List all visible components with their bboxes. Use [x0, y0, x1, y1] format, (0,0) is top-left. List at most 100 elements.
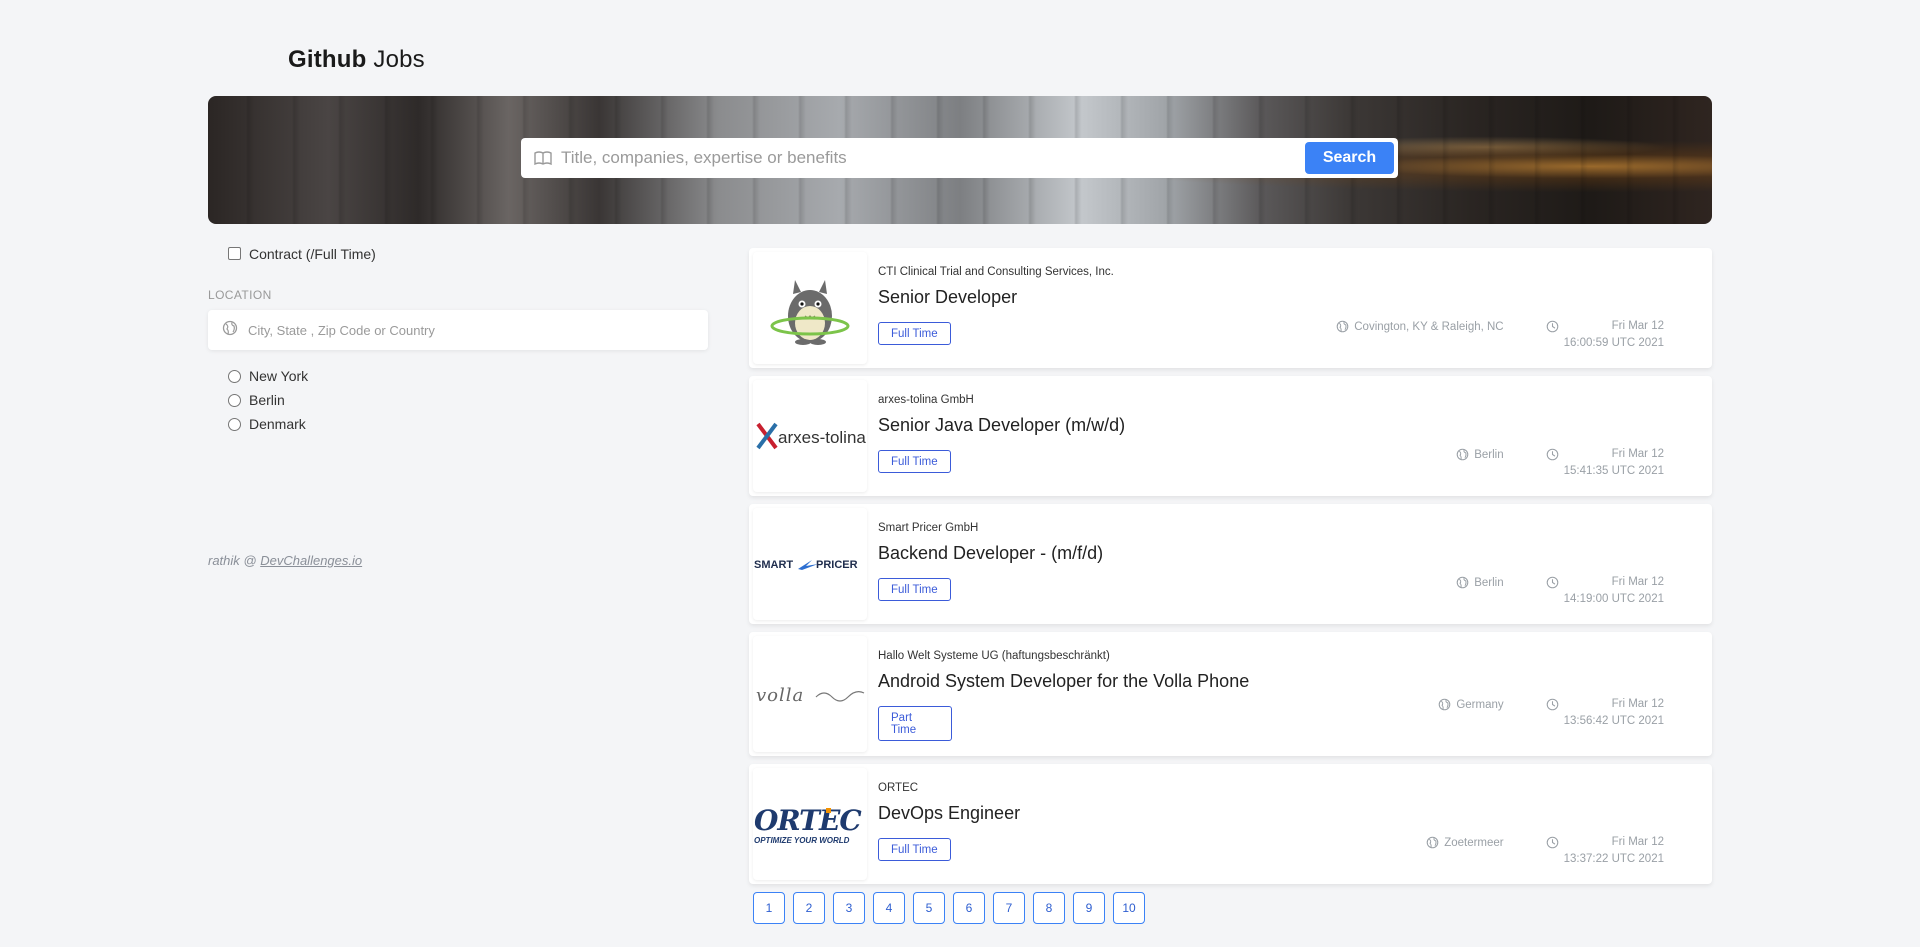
- clock-icon: [1546, 320, 1558, 333]
- job-posted: Fri Mar 12 13:56:42 UTC 2021: [1546, 698, 1664, 730]
- job-card[interactable]: CTI Clinical Trial and Consulting Servic…: [749, 248, 1712, 368]
- totoro-logo-icon: [770, 280, 850, 345]
- arxes-tolina-logo-icon: arxes-tolina: [756, 422, 866, 450]
- job-meta: Berlin Fri Mar 12 14:19:00 UTC 2021: [1456, 576, 1664, 608]
- clock-icon: [1546, 698, 1558, 711]
- radio-button[interactable]: [228, 369, 241, 383]
- job-date: Fri Mar 12: [1611, 836, 1664, 848]
- contract-filter[interactable]: Contract (/Full Time): [228, 246, 708, 262]
- job-card[interactable]: SMART PRICER Smart Pricer GmbH Backend D…: [749, 504, 1712, 624]
- location-option-label: New York: [249, 368, 309, 384]
- clock-icon: [1546, 836, 1558, 849]
- clock-icon: [1546, 576, 1558, 589]
- location-option-new-york[interactable]: New York: [228, 364, 708, 388]
- page-6-button[interactable]: 6: [953, 892, 985, 924]
- job-posted: Fri Mar 12 16:00:59 UTC 2021: [1546, 320, 1664, 352]
- job-type-line1: Part: [891, 712, 913, 724]
- volla-logo-text: volla: [756, 685, 804, 706]
- page-8-button[interactable]: 8: [1033, 892, 1065, 924]
- pagination: 1 2 3 4 5 6 7 8 9 10: [753, 892, 1153, 924]
- pricer-logo-text: PRICER: [816, 559, 858, 571]
- job-date: Fri Mar 12: [1611, 320, 1664, 332]
- company-logo: ORTEC OPTIMIZE YOUR WORLD: [753, 768, 867, 880]
- company-name: Hallo Welt Systeme UG (haftungsbeschränk…: [878, 650, 1110, 662]
- company-name: CTI Clinical Trial and Consulting Servic…: [878, 266, 1114, 278]
- page-7-button[interactable]: 7: [993, 892, 1025, 924]
- company-logo: [753, 252, 867, 364]
- job-date: Fri Mar 12: [1611, 576, 1664, 588]
- smart-pricer-logo-icon: SMART PRICER: [754, 559, 858, 571]
- job-card[interactable]: volla Hallo Welt Systeme UG (haftungsbes…: [749, 632, 1712, 756]
- company-logo: arxes-tolina: [753, 380, 867, 492]
- company-logo: volla: [753, 636, 867, 752]
- page-2-button[interactable]: 2: [793, 892, 825, 924]
- page-5-button[interactable]: 5: [913, 892, 945, 924]
- brand-title: Github Jobs: [288, 46, 425, 74]
- job-title[interactable]: DevOps Engineer: [878, 803, 1712, 824]
- location-option-label: Berlin: [249, 392, 285, 408]
- location-option-denmark[interactable]: Denmark: [228, 412, 708, 436]
- globe-icon: [1426, 836, 1439, 849]
- globe-icon: [1456, 576, 1469, 589]
- job-location-text: Berlin: [1474, 448, 1504, 461]
- job-title[interactable]: Backend Developer - (m/f/d): [878, 543, 1712, 564]
- location-input[interactable]: [248, 322, 668, 338]
- location-heading: LOCATION: [208, 288, 272, 302]
- location-option-label: Denmark: [249, 416, 306, 432]
- job-card[interactable]: ORTEC OPTIMIZE YOUR WORLD ORTEC DevOps E…: [749, 764, 1712, 884]
- company-name: Smart Pricer GmbH: [878, 522, 979, 534]
- company-name: ORTEC: [878, 782, 919, 794]
- job-list: CTI Clinical Trial and Consulting Servic…: [749, 248, 1712, 892]
- devchallenges-link[interactable]: DevChallenges.io: [260, 553, 362, 568]
- job-type-badge: Full Time: [878, 322, 951, 345]
- page-9-button[interactable]: 9: [1073, 892, 1105, 924]
- company-name: arxes-tolina GmbH: [878, 394, 974, 406]
- job-location: Covington, KY & Raleigh, NC: [1336, 320, 1504, 333]
- radio-button[interactable]: [228, 417, 241, 431]
- job-date: Fri Mar 12: [1611, 448, 1664, 460]
- globe-icon: [1439, 698, 1451, 711]
- page-10-button[interactable]: 10: [1113, 892, 1145, 924]
- page-1-button[interactable]: 1: [753, 892, 785, 924]
- arxes-logo-text: arxes-tolina: [778, 428, 866, 447]
- job-posted: Fri Mar 12 14:19:00 UTC 2021: [1546, 576, 1664, 608]
- job-location: Zoetermeer: [1426, 836, 1504, 849]
- location-option-berlin[interactable]: Berlin: [228, 388, 708, 412]
- job-title[interactable]: Android System Developer for the Volla P…: [878, 671, 1712, 692]
- ortec-logo-icon: ORTEC OPTIMIZE YOUR WORLD: [754, 804, 863, 845]
- job-card[interactable]: arxes-tolina arxes-tolina GmbH Senior Ja…: [749, 376, 1712, 496]
- job-time: 16:00:59 UTC 2021: [1563, 337, 1664, 349]
- volla-logo-icon: volla: [756, 685, 865, 706]
- globe-icon: [1456, 448, 1469, 461]
- search-bar: Search: [521, 138, 1398, 178]
- job-posted: Fri Mar 12 13:37:22 UTC 2021: [1546, 836, 1664, 868]
- job-location-text: Germany: [1456, 698, 1504, 711]
- footer-prefix: rathik @: [208, 553, 261, 568]
- book-icon: [533, 148, 553, 168]
- job-meta: Zoetermeer Fri Mar 12 13:37:22 UTC 2021: [1426, 836, 1664, 868]
- job-time: 13:56:42 UTC 2021: [1563, 715, 1664, 727]
- page-3-button[interactable]: 3: [833, 892, 865, 924]
- job-location: Berlin: [1456, 576, 1504, 589]
- brand-title-light: Jobs: [366, 46, 425, 73]
- search-input[interactable]: [561, 138, 1305, 178]
- contract-checkbox[interactable]: [228, 246, 241, 260]
- clock-icon: [1546, 448, 1558, 461]
- brand-title-bold: Github: [288, 46, 367, 73]
- globe-icon: [1336, 320, 1349, 333]
- location-field: [208, 310, 708, 350]
- job-location-text: Berlin: [1474, 576, 1504, 589]
- job-title[interactable]: Senior Developer: [878, 287, 1712, 308]
- job-type-badge: Full Time: [878, 838, 951, 861]
- job-type-badge: Part Time: [878, 706, 952, 741]
- job-type-badge: Full Time: [878, 450, 951, 473]
- radio-button[interactable]: [228, 393, 241, 407]
- job-title[interactable]: Senior Java Developer (m/w/d): [878, 415, 1712, 436]
- page-4-button[interactable]: 4: [873, 892, 905, 924]
- search-button[interactable]: Search: [1305, 142, 1394, 174]
- job-location: Berlin: [1456, 448, 1504, 461]
- contract-label: Contract (/Full Time): [249, 246, 376, 262]
- globe-icon: [222, 320, 238, 341]
- job-time: 15:41:35 UTC 2021: [1563, 465, 1664, 477]
- job-time: 13:37:22 UTC 2021: [1563, 853, 1664, 865]
